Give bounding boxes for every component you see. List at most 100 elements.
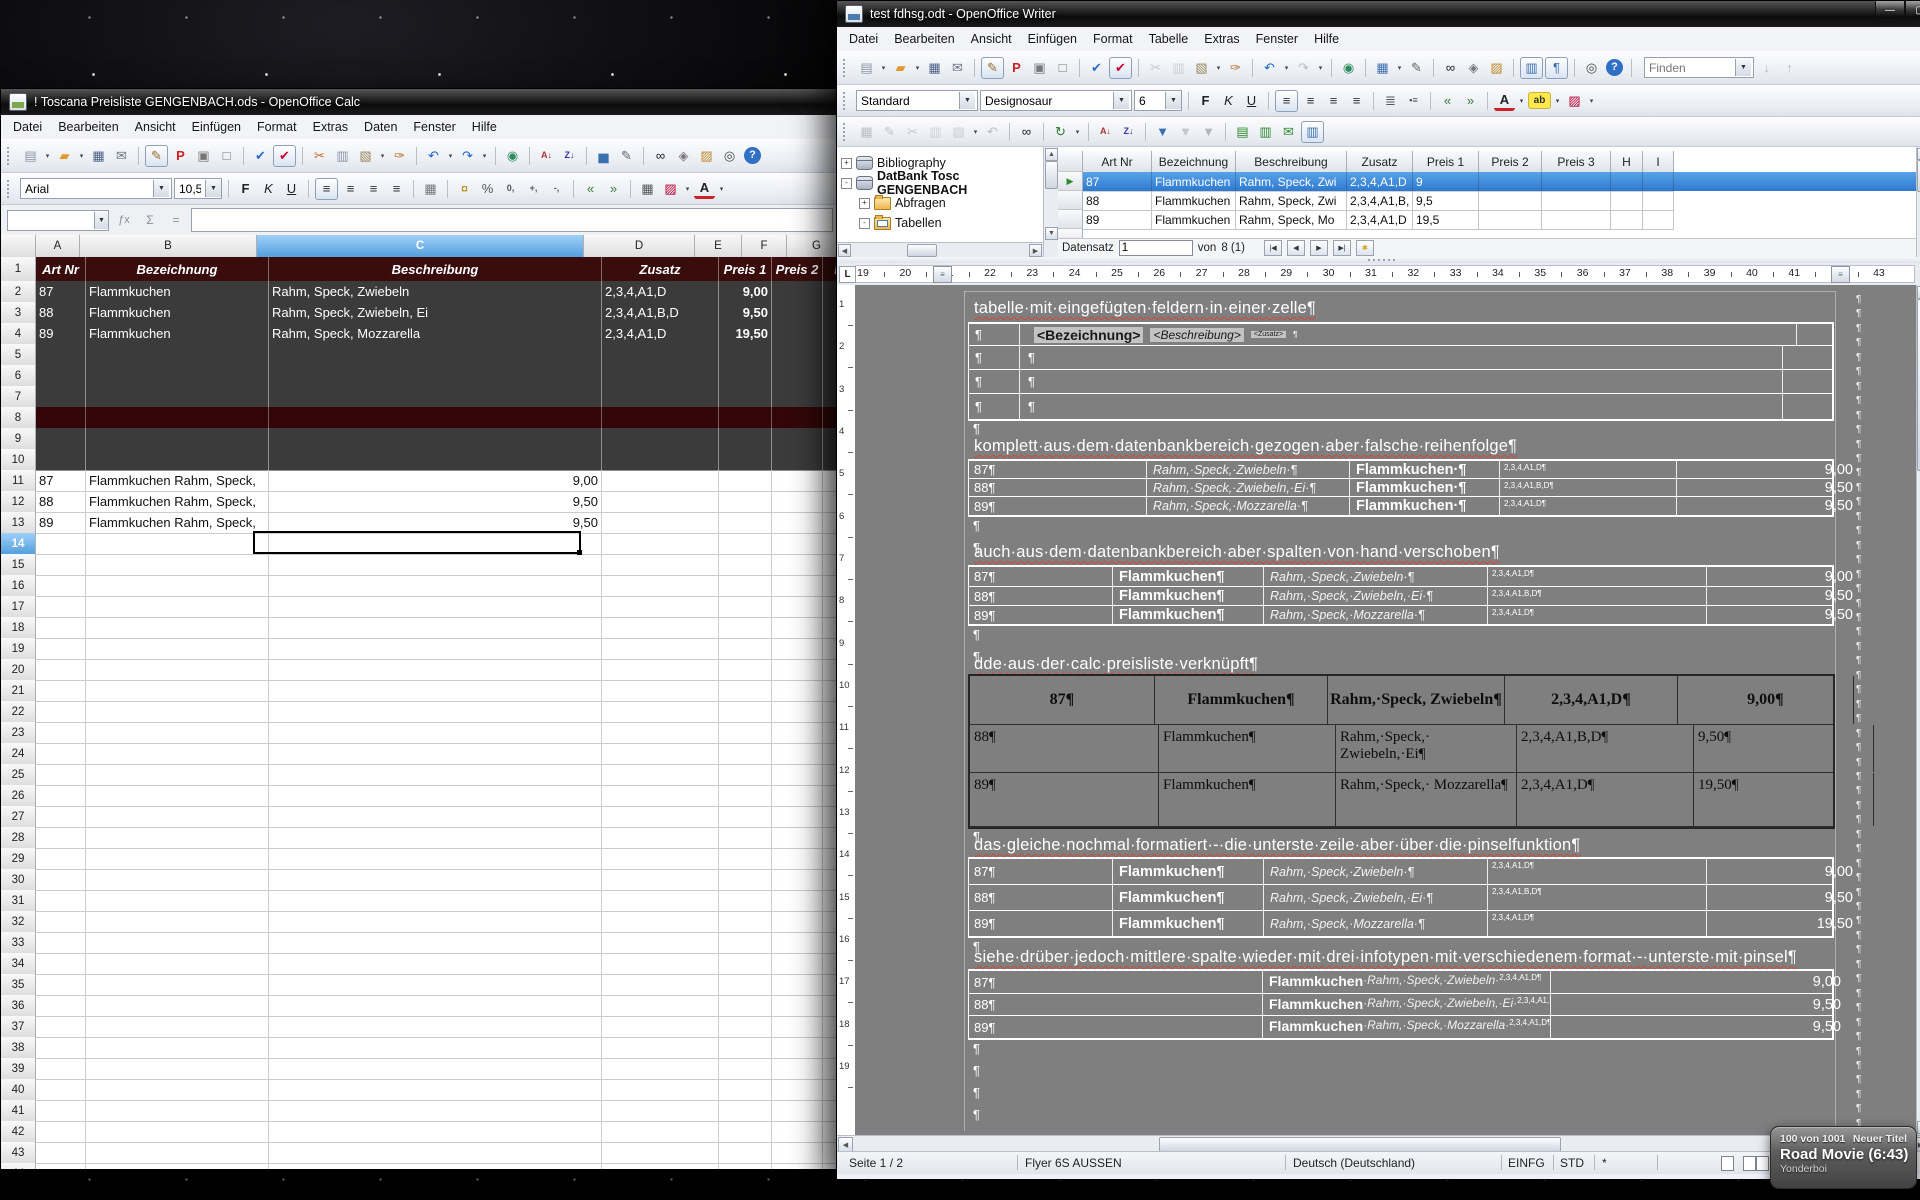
font-size-input[interactable] <box>1135 93 1165 108</box>
cell-E8[interactable] <box>719 407 772 429</box>
paste-icon[interactable]: ▧ <box>355 146 376 166</box>
insert-chart-icon[interactable]: ▅ <box>593 146 614 166</box>
cell-E29[interactable] <box>719 848 772 870</box>
cell-A16[interactable] <box>36 575 86 597</box>
cell-C6[interactable] <box>269 365 602 387</box>
section-heading[interactable]: tabelle·mit·eingefügten·feldern·in·einer… <box>974 299 1316 318</box>
new-document-icon[interactable]: ▤ <box>20 146 41 166</box>
table-cell[interactable] <box>1797 324 1848 345</box>
dropdown-arrow-icon[interactable]: ▾ <box>1282 64 1291 72</box>
cell-D1[interactable]: Zusatz <box>602 257 719 282</box>
cell-C4[interactable]: Rahm, Speck, Mozzarella <box>269 323 602 345</box>
data-sources-icon[interactable]: ▥ <box>1520 57 1543 79</box>
cell-F20[interactable] <box>772 659 823 681</box>
row-header-7[interactable]: 7 <box>1 386 36 408</box>
bullet-list-icon[interactable]: •≡ <box>1403 91 1424 111</box>
table-cell[interactable]: Rahm,·Speck, Zwiebeln¶ <box>1328 676 1505 724</box>
cell-E41[interactable] <box>719 1100 772 1122</box>
table-cell[interactable]: Rahm,·Speck,·Zwiebeln,·Ei·¶ <box>1264 885 1488 910</box>
cell-F11[interactable] <box>772 470 823 492</box>
cell-C28[interactable] <box>269 827 602 849</box>
row-header-6[interactable]: 6 <box>1 365 36 387</box>
cell-C36[interactable] <box>269 995 602 1017</box>
status-insert-mode[interactable]: EINFG <box>1508 1156 1545 1170</box>
cell-F30[interactable] <box>772 869 823 891</box>
cell-F8[interactable] <box>772 407 823 429</box>
paragraph-style-input[interactable] <box>857 93 959 108</box>
document-table-5[interactable]: 87¶Flammkuchen¶Rahm,·Speck,·Zwiebeln·¶2,… <box>968 857 1834 938</box>
table-cell[interactable]: <Bezeichnung><Beschreibung><Zusatz>¶ <box>1020 324 1797 345</box>
cell-B3[interactable]: Flammkuchen <box>86 302 269 324</box>
scroll-down-icon[interactable]: ▼ <box>1045 227 1058 240</box>
find-replace-icon[interactable]: ∞ <box>650 146 671 166</box>
cell-E13[interactable] <box>719 512 772 534</box>
table-cell[interactable]: Rahm,·Speck,·Zwiebeln,·Ei·¶ <box>1147 479 1350 496</box>
document-canvas[interactable]: tabelle·mit·eingefügten·feldern·in·einer… <box>855 285 1917 1135</box>
toolbar-grip[interactable] <box>843 59 850 77</box>
cell-F37[interactable] <box>772 1016 823 1038</box>
find-input[interactable] <box>1645 60 1735 75</box>
cell-B18[interactable] <box>86 617 269 639</box>
cell-E40[interactable] <box>719 1079 772 1101</box>
row-header-23[interactable]: 23 <box>1 722 36 744</box>
scroll-up-icon[interactable]: ▲ <box>1045 148 1058 161</box>
save-icon[interactable]: ▦ <box>88 146 109 166</box>
dropdown-arrow-icon[interactable]: ▾ <box>1214 64 1223 72</box>
dropdown-arrow-icon[interactable]: ▾ <box>1073 128 1082 136</box>
table-cell[interactable]: Flammkuchen¶ <box>1113 859 1264 884</box>
cell-C24[interactable] <box>269 743 602 765</box>
sheet-corner[interactable] <box>1 235 36 258</box>
cell-F4[interactable] <box>772 323 823 345</box>
row-header-34[interactable]: 34 <box>1 953 36 975</box>
table-cell[interactable]: Rahm,·Speck,·Mozzarella·¶ <box>1264 911 1488 936</box>
help-icon[interactable]: ? <box>1606 59 1623 76</box>
section-heading[interactable]: dde·aus·der·calc·preisliste·verknüpft¶ <box>974 655 1258 674</box>
row-header-21[interactable]: 21 <box>1 680 36 702</box>
table-cell[interactable]: Rahm,·Speck,·Zwiebeln·¶ <box>1264 567 1488 586</box>
cell-C34[interactable] <box>269 953 602 975</box>
table-cell[interactable]: 2,3,4,A1,D¶ <box>1500 497 1677 515</box>
cell-F15[interactable] <box>772 554 823 576</box>
menu-item-einf-gen[interactable]: Einfügen <box>184 117 249 137</box>
table-cell[interactable]: 2,3,4,A1,D¶ <box>1505 676 1678 724</box>
cell-A18[interactable] <box>36 617 86 639</box>
navigator-icon[interactable]: ◈ <box>673 146 694 166</box>
export-pdf-icon[interactable]: P <box>1006 58 1027 78</box>
paste-icon[interactable]: ▧ <box>948 122 969 142</box>
cell-C5[interactable] <box>269 344 602 366</box>
cell-D23[interactable] <box>602 722 719 744</box>
cell-B22[interactable] <box>86 701 269 723</box>
cell-B42[interactable] <box>86 1121 269 1143</box>
table-cell[interactable]: 9,50 <box>1707 587 1856 605</box>
dropdown-arrow-icon[interactable]: ▼ <box>1165 92 1181 109</box>
paste-icon[interactable]: ▧ <box>1191 58 1212 78</box>
add-decimal-icon[interactable]: +, <box>523 179 544 199</box>
cell-D34[interactable] <box>602 953 719 975</box>
table-cell[interactable]: Flammkuchen¶ <box>1113 606 1264 624</box>
grid-cell-r1c6[interactable] <box>1479 172 1542 192</box>
cell-F39[interactable] <box>772 1058 823 1080</box>
menu-item-daten[interactable]: Daten <box>356 117 405 137</box>
table-cell[interactable]: Flammkuchen·¶ <box>1350 479 1500 496</box>
cell-E30[interactable] <box>719 869 772 891</box>
table-cell[interactable]: 2,3,4,A1,D¶ <box>1488 606 1707 624</box>
table-cell[interactable]: 87¶ <box>969 971 1263 993</box>
cell-B6[interactable] <box>86 365 269 387</box>
table-cell[interactable]: 9,00 <box>1551 971 1844 993</box>
grid-cell-r3c1[interactable]: 89 <box>1083 210 1152 230</box>
calc-sheet[interactable]: ABCDEFG1Art NrBezeichnungBeschreibungZus… <box>1 235 839 1169</box>
row-header-2[interactable]: 2 <box>1 281 36 303</box>
next-record-icon[interactable]: ▶ <box>1310 240 1328 256</box>
cell-C19[interactable] <box>269 638 602 660</box>
toolbar-grip[interactable] <box>7 147 14 165</box>
grid-cell-r1c2[interactable]: Flammkuchen <box>1152 172 1236 192</box>
grid-column-i[interactable]: I <box>1643 151 1674 173</box>
column-header-f[interactable]: F <box>742 235 787 258</box>
cell-E33[interactable] <box>719 932 772 954</box>
auto-spellcheck-icon[interactable]: ✔ <box>273 145 296 167</box>
row-header-9[interactable]: 9 <box>1 428 36 450</box>
grid-cell-r2c5[interactable]: 9,5 <box>1413 191 1479 211</box>
table-cell[interactable]: 89¶ <box>969 911 1113 936</box>
table-cell[interactable]: ¶ <box>969 370 1020 393</box>
cell-F17[interactable] <box>772 596 823 618</box>
